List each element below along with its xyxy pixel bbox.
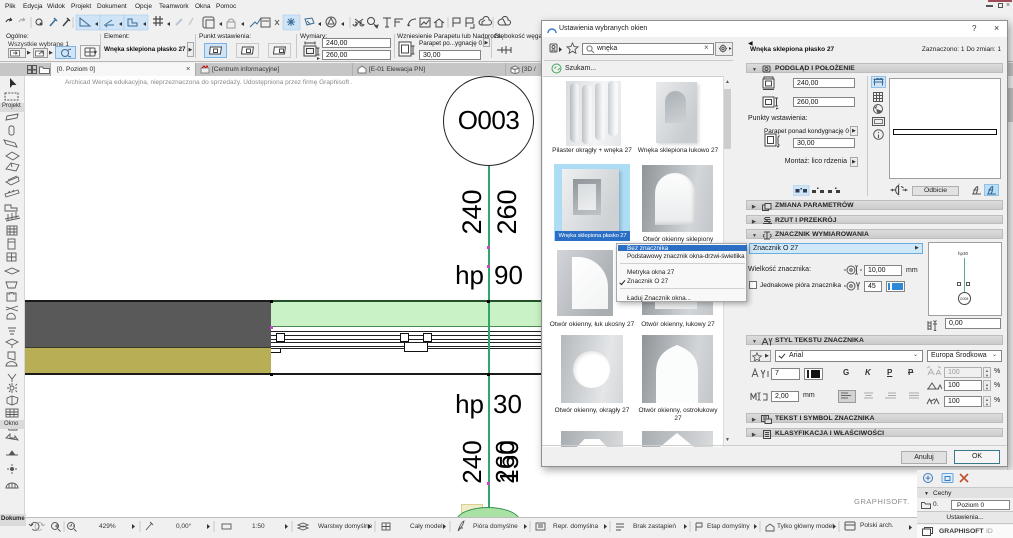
svg-text:Tylko główny model: Tylko główny model	[777, 523, 834, 530]
svg-text:Warstwy domyślne: Warstwy domyślne	[318, 523, 373, 530]
svg-text:Pióra domyślne: Pióra domyślne	[473, 523, 518, 530]
svg-text:Brak zastąpień: Brak zastąpień	[633, 523, 676, 530]
svg-text:Cały model: Cały model	[410, 523, 443, 530]
svg-text:1:50: 1:50	[252, 523, 265, 530]
svg-text:0,00°: 0,00°	[176, 522, 192, 530]
svg-text:Repr. domyślna: Repr. domyślna	[553, 523, 599, 530]
svg-text:429%: 429%	[99, 523, 116, 530]
svg-text:Etap domyślny: Etap domyślny	[707, 523, 750, 530]
